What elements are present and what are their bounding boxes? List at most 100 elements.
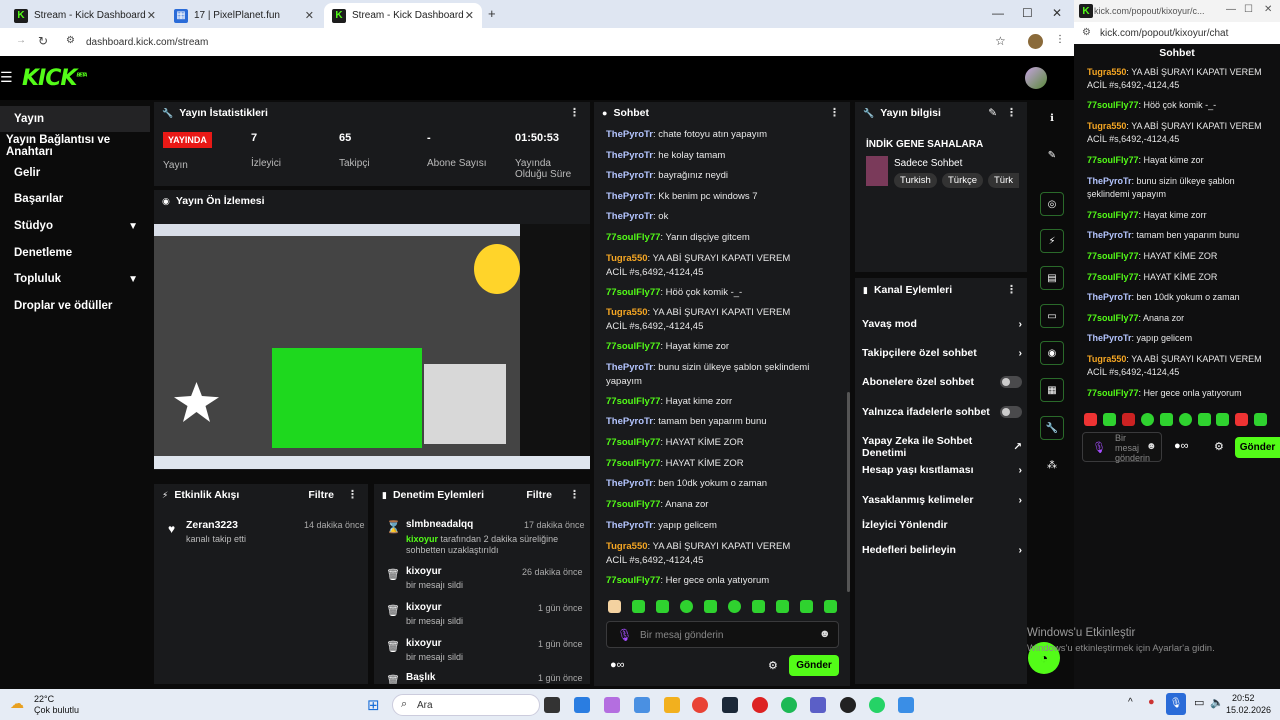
obs-icon[interactable] (840, 697, 856, 713)
chat-icon[interactable]: ▭ (1040, 304, 1064, 328)
emote-icon[interactable] (752, 600, 765, 613)
emote-icon[interactable] (1216, 413, 1229, 426)
emote-icon[interactable] (1254, 413, 1267, 426)
close-tab-icon[interactable]: ✕ (465, 9, 474, 22)
action-emotes-only[interactable]: Yalnızca ifadelerle sohbet (862, 406, 1022, 418)
app-icon[interactable] (898, 697, 914, 713)
popout-chat-input[interactable]: 🎙 Bir mesaj gönderin ☻ (1082, 432, 1162, 463)
new-tab-button[interactable]: + (488, 6, 496, 21)
user-avatar[interactable] (1025, 67, 1047, 89)
more-options-icon[interactable]: ⋮ (347, 488, 358, 501)
send-button[interactable]: Gönder (789, 655, 839, 676)
app-icon[interactable] (634, 697, 650, 713)
sidebar-item-topluluk[interactable]: Topluluk ▼ (0, 266, 150, 292)
info-icon[interactable]: ℹ (1040, 106, 1064, 130)
more-options-icon[interactable]: ⋮ (1006, 283, 1017, 296)
maximize-button[interactable]: ☐ (1244, 4, 1253, 15)
sidebar-item-stream-key[interactable]: Yayın Bağlantısı ve Anahtarı (0, 133, 150, 159)
action-followers-only[interactable]: Takipçilere özel sohbet › (862, 347, 1022, 359)
more-options-icon[interactable]: ⋮ (569, 488, 580, 501)
browser-tab[interactable]: K Stream - Kick Dashboard ✕ (6, 3, 164, 28)
layout-icon[interactable]: ▦ (1040, 378, 1064, 402)
chrome-icon[interactable] (692, 697, 708, 713)
settings-gear-icon[interactable]: ⚙ (768, 659, 778, 672)
sidebar-item-droplar[interactable]: Droplar ve ödüller (0, 293, 150, 319)
profile-avatar[interactable] (1028, 34, 1043, 49)
emote-icon[interactable] (1103, 413, 1116, 426)
clock-date[interactable]: 15.02.2026 (1226, 705, 1271, 715)
emote-icon[interactable] (1198, 413, 1211, 426)
points-icon[interactable]: ●∞ (1174, 440, 1189, 452)
mod-user[interactable]: kixoyur (406, 566, 442, 577)
subs-only-toggle[interactable] (1000, 376, 1022, 388)
site-info-icon[interactable]: ⚙ (1082, 27, 1091, 38)
sidebar-item-studyo[interactable]: Stüdyo ▼ (0, 213, 150, 239)
action-slow-mode[interactable]: Yavaş mod › (862, 318, 1022, 330)
volume-icon[interactable]: 🔈 (1210, 696, 1224, 709)
browser-tab-active[interactable]: K Stream - Kick Dashboard ✕ (324, 3, 482, 28)
emote-icon[interactable] (656, 600, 669, 613)
emote-icon[interactable] (680, 600, 693, 613)
microphone-icon[interactable]: 🎙 (1092, 441, 1106, 454)
task-view-icon[interactable] (544, 697, 560, 713)
copilot-icon[interactable] (604, 697, 620, 713)
more-options-icon[interactable]: ⋮ (829, 106, 840, 119)
weather-text[interactable]: Çok bulutlu (34, 705, 79, 715)
close-tab-icon[interactable]: ✕ (147, 9, 156, 22)
category-thumbnail[interactable] (866, 156, 888, 186)
tray-chevron-icon[interactable]: ^ (1128, 697, 1133, 708)
sidebar-item-yayin[interactable]: Yayın (0, 106, 150, 132)
spotify-icon[interactable] (781, 697, 797, 713)
windows-start-icon[interactable]: ⊞ (367, 696, 380, 714)
emoji-icon[interactable]: ☻ (819, 628, 831, 640)
filter-button[interactable]: Filtre (526, 489, 552, 501)
chat-input[interactable]: 🎙 Bir mesaj gönderin ☻ (606, 621, 839, 648)
emote-icon[interactable] (728, 600, 741, 613)
steam-icon[interactable] (722, 697, 738, 713)
action-banned-words[interactable]: Yasaklanmış kelimeler › (862, 494, 1022, 506)
emote-icon[interactable] (632, 600, 645, 613)
activity-user[interactable]: Zeran3223 (186, 519, 238, 531)
emote-icon[interactable] (1122, 413, 1135, 426)
browser-menu-icon[interactable]: ⋮ (1055, 34, 1065, 45)
tray-app-icon[interactable]: ● (1148, 696, 1155, 708)
hamburger-menu-icon[interactable]: ☰ (0, 69, 13, 86)
back-icon[interactable]: → (16, 35, 26, 46)
emote-icon[interactable] (1160, 413, 1173, 426)
network-icon[interactable]: ▭ (1194, 696, 1204, 709)
maximize-button[interactable]: ☐ (1022, 6, 1033, 20)
mod-user[interactable]: kixoyur (406, 602, 442, 613)
emoji-icon[interactable]: ☻ (1146, 441, 1157, 452)
mod-user[interactable]: kixoyur (406, 638, 442, 649)
close-window-button[interactable]: ✕ (1052, 6, 1062, 20)
lightning-icon[interactable]: ⚡ (1040, 229, 1064, 253)
emote-icon[interactable] (1141, 413, 1154, 426)
microphone-tray-icon[interactable]: 🎙 (1166, 693, 1186, 715)
wrench-icon[interactable]: 🔧 (1040, 416, 1064, 440)
action-account-age[interactable]: Hesap yaşı kısıtlaması › (862, 464, 1022, 476)
emote-icon[interactable] (824, 600, 837, 613)
tag-chip[interactable]: Turkish (894, 173, 937, 188)
tag-chip[interactable]: Türkçe (942, 173, 984, 188)
teams-icon[interactable] (810, 697, 826, 713)
dots-cluster-icon[interactable]: ⁂ (1040, 453, 1064, 477)
weather-temp[interactable]: 22°C (34, 694, 54, 704)
popout-url[interactable]: kick.com/popout/kixoyur/chat (1100, 28, 1228, 39)
more-options-icon[interactable]: ⋮ (569, 106, 580, 119)
emote-icon[interactable] (776, 600, 789, 613)
emote-icon[interactable] (1084, 413, 1097, 426)
notes-icon[interactable]: ▤ (1040, 266, 1064, 290)
emote-icon[interactable] (1179, 413, 1192, 426)
stream-category[interactable]: Sadece Sohbet (894, 158, 962, 169)
filter-button[interactable]: Filtre (308, 489, 334, 501)
bookmark-star-icon[interactable]: ☆ (995, 34, 1006, 48)
taskbar-search-box[interactable]: ⌕ Ara (392, 694, 540, 716)
kick-logo[interactable]: KICKBETA (22, 66, 88, 91)
settings-gear-icon[interactable]: ⚙ (1214, 440, 1224, 453)
action-ai-moderation[interactable]: Yapay Zeka ile Sohbet Denetimi ↗ (862, 435, 1022, 459)
file-explorer-icon[interactable] (664, 697, 680, 713)
close-window-button[interactable]: ✕ (1264, 4, 1272, 15)
sidebar-item-denetleme[interactable]: Denetleme (0, 240, 150, 266)
sidebar-item-gelir[interactable]: Gelir (0, 160, 150, 186)
minimize-button[interactable]: — (992, 6, 1004, 20)
